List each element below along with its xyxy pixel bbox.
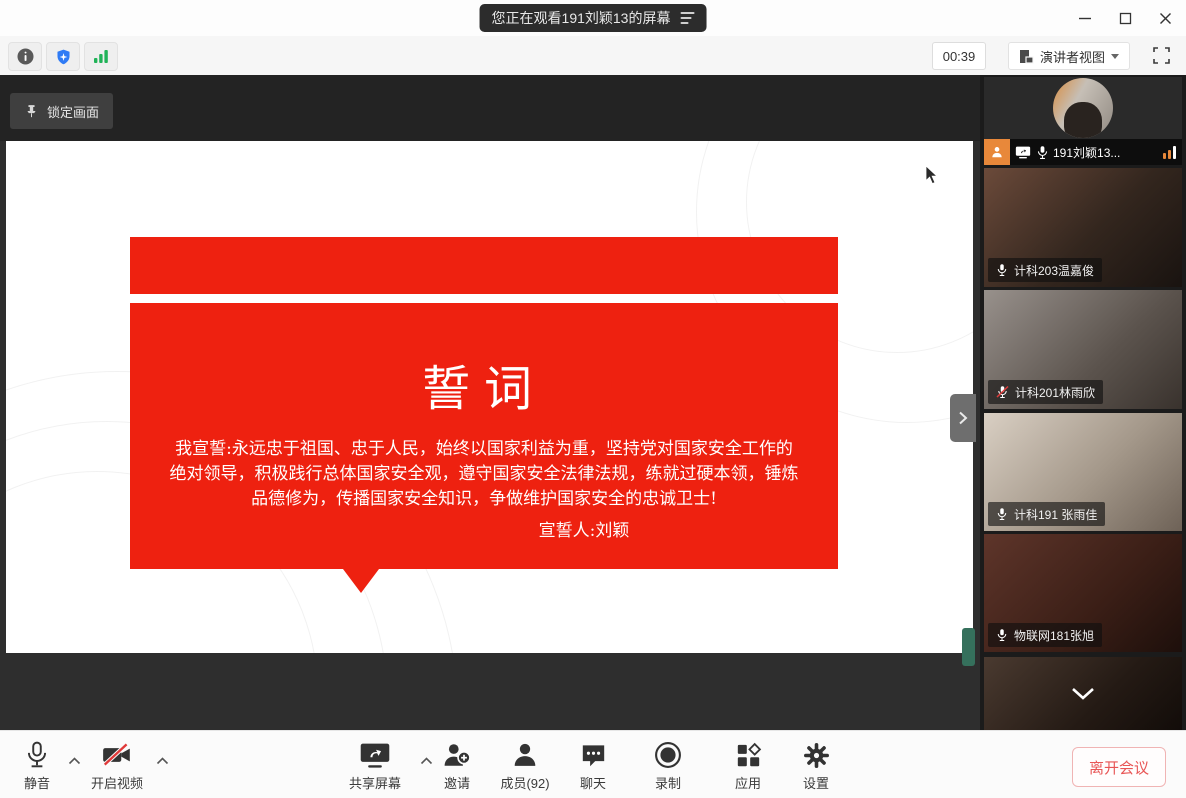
meeting-info-button[interactable] xyxy=(8,42,42,71)
close-button[interactable] xyxy=(1152,6,1178,30)
record-button[interactable]: 录制 xyxy=(628,739,708,792)
participant-name-chip: 计科201林雨欣 xyxy=(988,380,1103,404)
share-screen-label: 共享屏幕 xyxy=(335,773,415,792)
slide-body: 我宣誓:永远忠于祖国、忠于人民，始终以国家利益为重，坚持党对国家安全工作的 绝对… xyxy=(130,437,838,512)
participant-name: 191刘颖13... xyxy=(1053,144,1163,161)
slide-title: 誓词 xyxy=(130,365,838,413)
presentation-slide: 誓词 我宣誓:永远忠于祖国、忠于人民，始终以国家利益为重，坚持党对国家安全工作的… xyxy=(6,141,973,653)
person-icon xyxy=(990,145,1004,159)
participant-tile[interactable]: 计科191 张雨佳 xyxy=(984,413,1182,531)
mic-icon xyxy=(24,741,50,769)
stage-topbar: 锁定画面 xyxy=(0,75,980,141)
slide-red-box: 誓词 我宣誓:永远忠于祖国、忠于人民，始终以国家利益为重，坚持党对国家安全工作的… xyxy=(130,303,838,569)
panel-expand-handle[interactable] xyxy=(950,394,976,442)
participant-name: 计科191 张雨佳 xyxy=(1014,506,1097,523)
pin-icon xyxy=(24,103,39,119)
fullscreen-icon xyxy=(1153,47,1170,64)
participant-name: 计科203温嘉俊 xyxy=(1014,262,1094,279)
screen-share-icon xyxy=(1015,146,1031,159)
scroll-more-chevron-icon[interactable] xyxy=(1070,687,1096,701)
chevron-right-icon xyxy=(958,411,968,425)
camera-off-icon xyxy=(101,742,133,768)
watching-banner-text: 您正在观看191刘颖13的屏幕 xyxy=(492,8,671,28)
chevron-down-icon xyxy=(1111,54,1119,59)
participant-tile-self[interactable]: 191刘颖13... xyxy=(984,77,1182,165)
participant-tile[interactable]: 物联网181张旭 xyxy=(984,534,1182,652)
chat-button[interactable]: 聊天 xyxy=(553,739,633,792)
mic-icon xyxy=(1036,145,1049,160)
settings-gear-icon xyxy=(803,742,830,769)
share-screen-icon xyxy=(359,741,391,769)
slide-body-line: 品德修为，传播国家安全知识，争做维护国家安全的忠诚卫士! xyxy=(138,487,830,512)
invite-icon xyxy=(443,741,471,769)
members-icon xyxy=(512,741,538,769)
view-mode-dropdown[interactable]: 演讲者视图 xyxy=(1008,42,1130,70)
lock-view-button[interactable]: 锁定画面 xyxy=(10,93,113,129)
chat-icon xyxy=(580,742,607,769)
connection-signal-icon xyxy=(1163,146,1176,159)
meeting-timer: 00:39 xyxy=(932,42,986,70)
chat-label: 聊天 xyxy=(553,773,633,792)
meeting-window: 您正在观看191刘颖13的屏幕 xyxy=(0,0,1186,798)
mic-icon xyxy=(996,628,1008,642)
participant-name-chip: 计科203温嘉俊 xyxy=(988,258,1102,282)
apps-icon xyxy=(735,742,762,769)
video-options-chevron-icon[interactable] xyxy=(156,757,169,765)
slide-body-line: 绝对领导，积极践行总体国家安全观，遵守国家安全法律法规，练就过硬本领，锤炼 xyxy=(138,462,830,487)
maximize-button[interactable] xyxy=(1112,6,1138,30)
settings-button[interactable]: 设置 xyxy=(776,739,856,792)
record-icon xyxy=(654,741,682,769)
network-status-button[interactable] xyxy=(84,42,118,71)
mic-icon xyxy=(996,507,1008,521)
presenter-badge xyxy=(984,139,1010,165)
fullscreen-button[interactable] xyxy=(1146,42,1176,69)
info-icon xyxy=(17,48,34,65)
screen-share-badge xyxy=(1010,139,1036,165)
participant-tile[interactable]: 计科203温嘉俊 xyxy=(984,168,1182,287)
banner-menu-icon[interactable] xyxy=(680,12,694,24)
slide-signature: 宣誓人:刘颖 xyxy=(230,516,938,541)
titlebar: 您正在观看191刘颖13的屏幕 xyxy=(0,0,1186,36)
shared-screen-stage: 锁定画面 誓词 我宣誓:永远忠于祖国、忠于人民，始终以国家利益为重，坚持党对国家… xyxy=(0,75,980,730)
slide-pointer-triangle xyxy=(343,569,379,593)
slide-body-line: 我宣誓:永远忠于祖国、忠于人民，始终以国家利益为重，坚持党对国家安全工作的 xyxy=(138,437,830,462)
participant-name: 计科201林雨欣 xyxy=(1015,384,1095,401)
view-mode-label: 演讲者视图 xyxy=(1040,47,1105,66)
close-icon xyxy=(1159,12,1172,25)
mute-label: 静音 xyxy=(0,773,77,792)
mouse-cursor xyxy=(925,166,940,185)
mic-icon xyxy=(996,263,1008,277)
maximize-icon xyxy=(1119,12,1132,25)
participant-tile-partial[interactable] xyxy=(984,657,1182,730)
leave-meeting-label: 离开会议 xyxy=(1089,757,1149,778)
start-video-label: 开启视频 xyxy=(77,773,157,792)
window-controls xyxy=(1072,6,1178,30)
avatar xyxy=(1053,78,1113,138)
security-button[interactable] xyxy=(46,42,80,71)
meeting-toolbar: 静音 开启视频 共享屏幕 xyxy=(0,730,1186,798)
watching-banner: 您正在观看191刘颖13的屏幕 xyxy=(480,4,707,32)
participants-sidebar: 191刘颖13... 计科203温嘉俊 xyxy=(980,75,1186,730)
participant-name: 物联网181张旭 xyxy=(1014,627,1094,644)
record-label: 录制 xyxy=(628,773,708,792)
stage-scrollbar-thumb[interactable] xyxy=(962,628,975,666)
meeting-topbar: 00:39 演讲者视图 xyxy=(0,36,1186,76)
settings-label: 设置 xyxy=(776,773,856,792)
mute-button[interactable]: 静音 xyxy=(0,739,77,792)
participant-tile[interactable]: 计科201林雨欣 xyxy=(984,290,1182,409)
slide-red-banner xyxy=(130,237,838,294)
mic-muted-icon xyxy=(996,385,1009,399)
minimize-button[interactable] xyxy=(1072,6,1098,30)
signal-bars-icon xyxy=(93,49,109,64)
lock-view-label: 锁定画面 xyxy=(47,102,99,121)
leave-meeting-button[interactable]: 离开会议 xyxy=(1072,747,1166,787)
share-screen-button[interactable]: 共享屏幕 xyxy=(335,739,415,792)
participant-info-bar: 191刘颖13... xyxy=(984,139,1182,165)
layout-icon xyxy=(1019,49,1034,64)
shield-icon xyxy=(55,48,72,66)
participant-name-chip: 计科191 张雨佳 xyxy=(988,502,1105,526)
start-video-button[interactable]: 开启视频 xyxy=(77,739,157,792)
participant-name-chip: 物联网181张旭 xyxy=(988,623,1102,647)
minimize-icon xyxy=(1078,11,1092,25)
